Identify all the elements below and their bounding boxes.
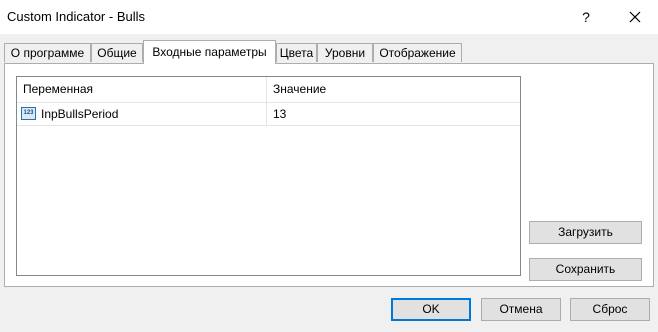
parameters-table[interactable]: Переменная Значение 123 InpBullsPeriod 1… xyxy=(16,76,521,276)
tab-panel-inputs: Переменная Значение 123 InpBullsPeriod 1… xyxy=(4,63,654,287)
window-title: Custom Indicator - Bulls xyxy=(7,9,145,24)
table-row[interactable]: 123 InpBullsPeriod 13 xyxy=(17,103,520,126)
ok-button[interactable]: OK xyxy=(391,298,471,321)
column-header-variable[interactable]: Переменная xyxy=(17,77,267,102)
close-button[interactable] xyxy=(623,6,647,28)
tab-inputs[interactable]: Входные параметры xyxy=(143,40,276,64)
tab-visualization[interactable]: Отображение xyxy=(373,43,462,62)
save-button[interactable]: Сохранить xyxy=(529,258,642,281)
tab-levels[interactable]: Уровни xyxy=(317,43,373,62)
tab-colors[interactable]: Цвета xyxy=(276,43,317,62)
load-button[interactable]: Загрузить xyxy=(529,221,642,244)
reset-button[interactable]: Сброс xyxy=(570,298,650,321)
variable-value-cell[interactable]: 13 xyxy=(267,103,520,125)
column-header-value[interactable]: Значение xyxy=(267,77,520,102)
integer-variable-icon: 123 xyxy=(21,107,36,120)
variable-name: InpBullsPeriod xyxy=(41,107,119,121)
close-icon xyxy=(629,11,641,23)
cancel-button[interactable]: Отмена xyxy=(481,298,561,321)
help-button[interactable]: ? xyxy=(574,6,598,28)
table-header: Переменная Значение xyxy=(17,77,520,103)
tab-about[interactable]: О программе xyxy=(4,43,91,62)
title-bar[interactable]: Custom Indicator - Bulls ? xyxy=(0,0,658,34)
variable-name-cell[interactable]: 123 InpBullsPeriod xyxy=(17,103,267,125)
dialog-window: Custom Indicator - Bulls ? О программе О… xyxy=(0,0,658,332)
tab-common[interactable]: Общие xyxy=(91,43,143,62)
